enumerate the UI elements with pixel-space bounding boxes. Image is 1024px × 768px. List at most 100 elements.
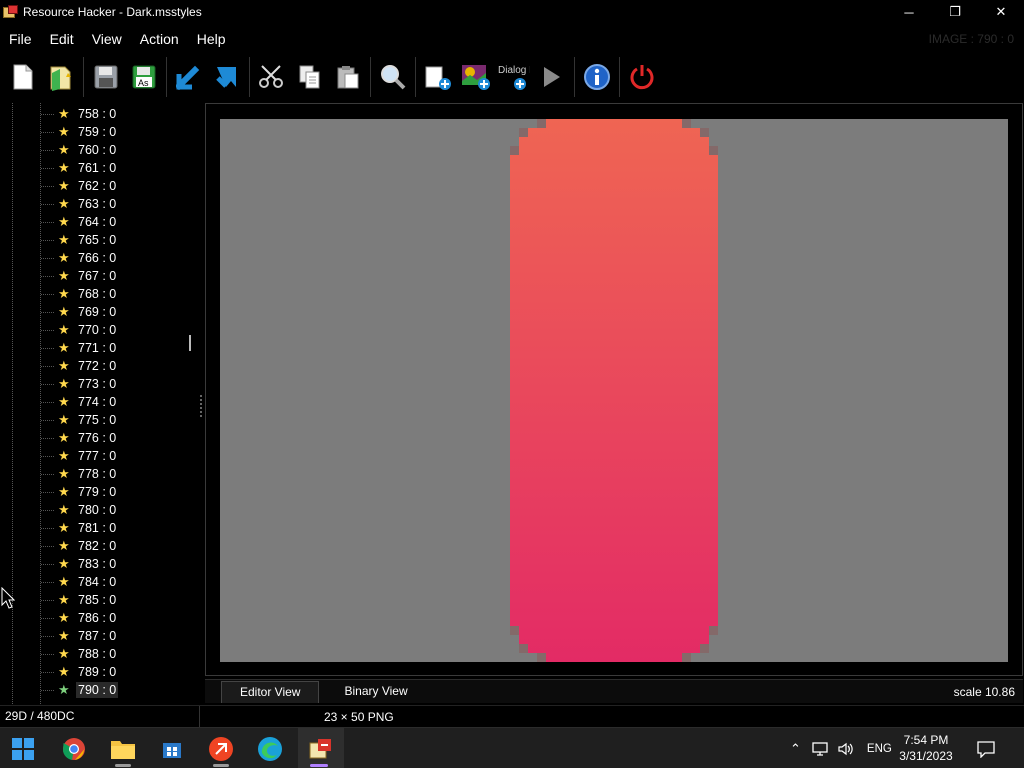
save-as-button[interactable]: As — [127, 60, 161, 94]
tree-item[interactable]: ★ 772 : 0 — [0, 357, 190, 375]
taskbar-edge[interactable] — [249, 728, 291, 768]
tree-item[interactable]: ★ 774 : 0 — [0, 393, 190, 411]
tree-item[interactable]: ★ 777 : 0 — [0, 447, 190, 465]
star-icon: ★ — [58, 304, 70, 319]
find-button[interactable] — [376, 60, 410, 94]
show-hidden-icons-icon[interactable]: ⌃ — [790, 741, 801, 757]
tree-item[interactable]: ★ 768 : 0 — [0, 285, 190, 303]
tree-item[interactable]: ★ 770 : 0 — [0, 321, 190, 339]
tree-item-label: 773 : 0 — [78, 377, 117, 391]
star-icon: ★ — [58, 340, 70, 355]
tree-item-label: 763 : 0 — [78, 197, 117, 211]
copy-button[interactable] — [293, 60, 327, 94]
taskbar-clock[interactable]: 7:54 PM 3/31/2023 — [891, 732, 961, 764]
taskbar-store[interactable] — [151, 728, 193, 768]
save-button[interactable] — [89, 60, 123, 94]
tree-item[interactable]: ★ 782 : 0 — [0, 537, 190, 555]
minimize-button[interactable]: ─ — [886, 0, 932, 24]
title-bar: Resource Hacker - Dark.msstyles ─ ❐ ✕ — [0, 0, 1024, 24]
tab-binary-view[interactable]: Binary View — [325, 680, 426, 703]
open-file-button[interactable] — [44, 60, 78, 94]
network-icon[interactable] — [811, 741, 829, 757]
tree-item[interactable]: ★ 785 : 0 — [0, 591, 190, 609]
star-icon: ★ — [58, 628, 70, 643]
svg-text:Dialog Merger: Dialog Merger — [498, 65, 530, 76]
tree-item[interactable]: ★ 786 : 0 — [0, 609, 190, 627]
save-icon — [94, 65, 118, 89]
tree-item-label: 780 : 0 — [78, 503, 117, 517]
taskbar-file-explorer[interactable] — [102, 728, 144, 768]
tree-item[interactable]: ★ 778 : 0 — [0, 465, 190, 483]
menu-help[interactable]: Help — [188, 31, 235, 47]
system-tray: ⌃ ENG — [790, 728, 892, 768]
tree-item[interactable]: ★ 760 : 0 — [0, 141, 190, 159]
taskbar-anydesk[interactable] — [200, 728, 242, 768]
star-icon: ★ — [58, 646, 70, 661]
add-resource-button[interactable] — [421, 60, 455, 94]
tree-item[interactable]: ★ 763 : 0 — [0, 195, 190, 213]
resource-tree[interactable]: ★ 758 : 0 ★ 759 : 0 ★ 760 : 0 ★ 761 : 0 ★ 762 : 0… — [0, 103, 200, 704]
dialog-merger-button[interactable]: Dialog Merger — [497, 60, 531, 94]
star-icon: ★ — [58, 502, 70, 517]
resource-hacker-icon — [3, 5, 19, 19]
taskbar-chrome[interactable] — [53, 728, 95, 768]
star-icon: ★ — [58, 268, 70, 283]
star-icon: ★ — [58, 412, 70, 427]
star-icon: ★ — [58, 574, 70, 589]
tree-item[interactable]: ★ 764 : 0 — [0, 213, 190, 231]
close-button[interactable]: ✕ — [978, 0, 1024, 24]
tree-item[interactable]: ★ 765 : 0 — [0, 231, 190, 249]
tree-item[interactable]: ★ 783 : 0 — [0, 555, 190, 573]
start-button[interactable] — [2, 728, 44, 768]
tree-item[interactable]: ★ 766 : 0 — [0, 249, 190, 267]
tree-item[interactable]: ★ 788 : 0 — [0, 645, 190, 663]
star-icon: ★ — [58, 124, 70, 139]
tree-item[interactable]: ★ 776 : 0 — [0, 429, 190, 447]
run-script-button[interactable] — [535, 60, 569, 94]
tree-item[interactable]: ★ 779 : 0 — [0, 483, 190, 501]
star-icon: ★ — [58, 250, 70, 265]
new-file-button[interactable] — [6, 60, 40, 94]
paste-button[interactable] — [331, 60, 365, 94]
tree-item[interactable]: ★ 790 : 0 — [0, 681, 190, 699]
scale-readout: scale 10.86 — [953, 684, 1015, 699]
cut-button[interactable] — [255, 60, 289, 94]
menu-view[interactable]: View — [83, 31, 131, 47]
tree-item[interactable]: ★ 769 : 0 — [0, 303, 190, 321]
exit-icon — [630, 65, 654, 90]
taskbar-resource-hacker[interactable] — [298, 728, 344, 768]
notification-icon — [977, 740, 995, 758]
tree-item[interactable]: ★ 781 : 0 — [0, 519, 190, 537]
menu-edit[interactable]: Edit — [41, 31, 83, 47]
notification-center[interactable] — [976, 728, 996, 768]
splitter-grip[interactable] — [200, 395, 202, 417]
start-icon — [12, 737, 34, 760]
menu-file[interactable]: File — [0, 31, 41, 47]
tree-item[interactable]: ★ 771 : 0 — [0, 339, 190, 357]
volume-icon[interactable] — [837, 741, 855, 757]
tree-item[interactable]: ★ 759 : 0 — [0, 123, 190, 141]
add-image-button[interactable] — [459, 60, 493, 94]
tree-item[interactable]: ★ 762 : 0 — [0, 177, 190, 195]
menu-action[interactable]: Action — [131, 31, 188, 47]
language-indicator[interactable]: ENG — [867, 743, 892, 755]
tree-scrollbar-thumb[interactable] — [189, 335, 191, 351]
about-button[interactable] — [580, 60, 614, 94]
tree-item[interactable]: ★ 787 : 0 — [0, 627, 190, 645]
exit-button[interactable] — [625, 60, 659, 94]
tree-item[interactable]: ★ 784 : 0 — [0, 573, 190, 591]
tree-item[interactable]: ★ 780 : 0 — [0, 501, 190, 519]
move-down-button[interactable] — [172, 60, 206, 94]
star-icon: ★ — [58, 232, 70, 247]
maximize-button[interactable]: ❐ — [932, 0, 978, 24]
tree-item[interactable]: ★ 758 : 0 — [0, 105, 190, 123]
bookmark-button[interactable] — [210, 60, 244, 94]
tree-item[interactable]: ★ 767 : 0 — [0, 267, 190, 285]
tree-item[interactable]: ★ 775 : 0 — [0, 411, 190, 429]
tree-item[interactable]: ★ 773 : 0 — [0, 375, 190, 393]
star-icon: ★ — [58, 520, 70, 535]
tree-item[interactable]: ★ 761 : 0 — [0, 159, 190, 177]
tab-editor-view[interactable]: Editor View — [221, 680, 320, 703]
star-icon: ★ — [58, 538, 70, 553]
tree-item[interactable]: ★ 789 : 0 — [0, 663, 190, 681]
